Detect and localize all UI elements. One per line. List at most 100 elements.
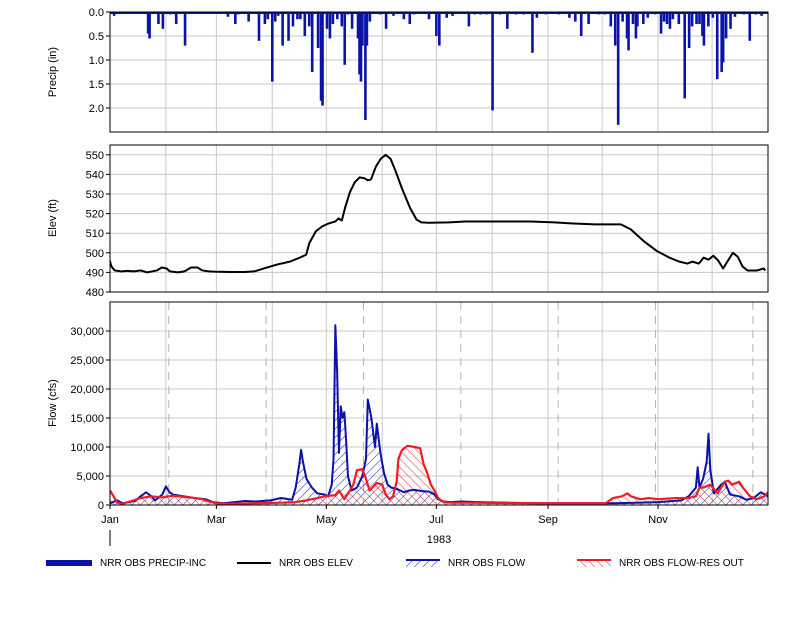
flow-panel: 0 5,000 10,000 15,000 20,000 25,000 30,000 Jan… [47,301,769,546]
x-tick-label: Sep [538,514,558,526]
precip-bar [491,12,494,111]
precip-bar [161,12,165,29]
y-tick-label: 0.5 [89,31,104,43]
legend-label: NRR OBS ELEV [279,557,353,569]
legend-label: NRR OBS FLOW [448,557,526,569]
precip-bar [707,12,710,27]
flow-series-line [110,324,768,505]
flow-x-ticks: Jan Mar May Jul Sep Nov [101,505,668,526]
y-tick-label: 550 [86,150,104,162]
precip-bar [270,12,274,82]
precip-bar [291,12,295,27]
precip-bar [659,12,663,34]
y-tick-label: 480 [86,287,104,299]
precip-bar [616,12,620,125]
y-tick-label: 0.0 [89,7,104,19]
precip-bar [724,12,728,39]
y-tick-label: 15,000 [70,413,104,425]
hydrograph-chart: 0.0 0.5 1.0 1.5 2.0 Precip (in) 480 490 500 510… [47,7,769,546]
precip-bar [287,12,290,41]
elev-y-ticks: 480 490 500 510 520 530 540 550 [86,150,110,299]
y-tick-label: 520 [86,209,104,221]
flow-frame [109,301,769,506]
y-tick-label: 10,000 [70,442,104,454]
y-tick-label: 500 [86,248,104,260]
y-tick-label: 1.0 [89,55,104,67]
precip-bar [340,12,344,27]
precip-bar [438,12,441,46]
legend-label: NRR OBS PRECIP-INC [100,557,207,569]
precip-bar [579,12,583,36]
precip-bar [281,12,284,46]
legend-swatch-bar-icon [46,560,92,566]
y-tick-label: 540 [86,169,104,181]
x-tick-label: Nov [648,514,668,526]
legend-item-elev: NRR OBS ELEV [237,553,353,573]
precip-bar [467,12,471,27]
precip-bar [729,12,732,29]
y-tick-label: 490 [86,267,104,279]
elev-frame [109,144,769,293]
precip-bar [316,12,320,48]
y-tick-label: 530 [86,189,104,201]
precip-bar [613,12,617,46]
legend-item-precip: NRR OBS PRECIP-INC [46,553,206,573]
precip-bar [687,12,691,48]
precip-bar [361,12,364,46]
precip-bar [668,12,672,29]
res-out-area [110,445,768,505]
precip-bar [627,12,630,51]
x-tick-label: Jan [101,514,119,526]
precip-bar [384,12,388,29]
precip-bar [183,12,187,46]
legend: NRR OBS PRECIP-INC NRR OBS ELEV NRR OBS … [0,553,800,573]
precip-bar [690,12,694,27]
elev-panel: 480 490 500 510 520 530 540 550 Elev (ft) [47,144,769,299]
legend-swatch-hatch-red-icon [577,559,611,567]
x-tick-label: Jul [429,514,443,526]
precip-bar [636,12,639,27]
flow-area [110,325,768,505]
x-tick-label: May [316,514,337,526]
precip-bar [683,12,687,99]
y-tick-label: 1.5 [89,79,104,91]
precip-bar [721,12,725,63]
precip-bar [343,12,347,65]
legend-swatch-line-icon [237,562,271,564]
precip-bar [321,12,324,106]
legend-item-res-out: NRR OBS FLOW-RES OUT [577,553,744,573]
y-tick-label: 510 [86,228,104,240]
elev-y-axis-label: Elev (ft) [47,199,59,237]
precip-bar [748,12,752,41]
flow-series [110,324,768,505]
precip-bar [702,12,706,46]
flow-y-ticks: 0 5,000 10,000 15,000 20,000 25,000 30,000 [70,326,110,512]
flow-y-axis-label: Flow (cfs) [47,379,59,427]
precip-bar [148,12,151,39]
legend-swatch-hatch-blue-icon [406,559,440,567]
precip-panel: 0.0 0.5 1.0 1.5 2.0 Precip (in) [47,7,769,133]
y-tick-label: 2.0 [89,103,104,115]
precip-bar [350,12,354,29]
year-label: 1983 [427,534,451,546]
legend-label: NRR OBS FLOW-RES OUT [619,557,744,569]
precip-y-axis-label: Precip (in) [47,47,59,97]
y-tick-label: 5,000 [76,471,104,483]
precip-bar [531,12,534,53]
precip-bar [310,12,314,72]
precip-bar [257,12,261,41]
x-tick-label: Mar [207,514,226,526]
y-tick-label: 20,000 [70,384,104,396]
precip-bar [325,12,329,29]
precip-bar [715,12,719,80]
precip-bar [303,12,307,36]
legend-item-flow: NRR OBS FLOW [406,553,525,573]
precip-y-ticks: 0.0 0.5 1.0 1.5 2.0 [89,7,110,115]
elev-grid [110,145,768,293]
precip-bar [609,12,613,27]
precip-bar [435,12,438,36]
y-tick-label: 0 [98,500,104,512]
y-tick-label: 30,000 [70,326,104,338]
precip-bar [365,12,369,46]
flow-grid [110,302,768,506]
